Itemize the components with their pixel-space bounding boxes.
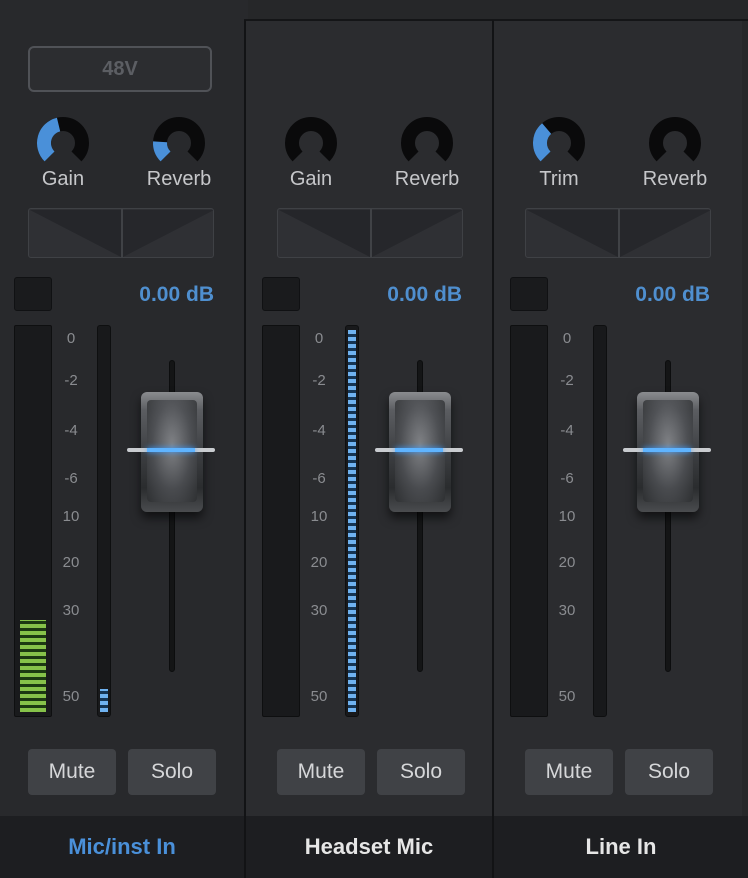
meter-scale-label: 50 [558, 688, 576, 705]
meter-scale-label: -2 [64, 372, 78, 389]
solo-button[interactable]: Solo [377, 749, 465, 795]
gain-readout: 0.00 dB [139, 283, 214, 306]
meter-scale-label: 30 [62, 602, 80, 619]
reverb-knob-label: Reverb [394, 168, 460, 190]
meter-scale-label: -6 [312, 470, 326, 487]
meter-scale-label: -4 [312, 422, 326, 439]
input-level-meter [262, 325, 300, 717]
meter-scale-label: 10 [558, 508, 576, 525]
clip-indicator [262, 277, 300, 311]
reverb-knob[interactable] [648, 116, 702, 170]
meter-scale-label: -6 [560, 470, 574, 487]
output-level-meter [97, 325, 111, 717]
meter-scale-label: 10 [310, 508, 328, 525]
channel-name: Mic/inst In [0, 816, 244, 878]
meter-scale-label: 20 [62, 554, 80, 571]
solo-button[interactable]: Solo [128, 749, 216, 795]
input-level-meter [510, 325, 548, 717]
meter-scale-label: 30 [310, 602, 328, 619]
meter-scale-label: 0 [562, 330, 572, 347]
meter-scale-label: 30 [558, 602, 576, 619]
gain-knob-label: Gain [41, 168, 85, 190]
volume-fader[interactable] [637, 392, 699, 512]
trim-knob-label: Trim [539, 168, 579, 190]
meter-scale-label: -2 [560, 372, 574, 389]
mute-button[interactable]: Mute [277, 749, 365, 795]
reverb-knob[interactable] [400, 116, 454, 170]
meter-scale-label: 50 [310, 688, 328, 705]
reverb-knob-label: Reverb [642, 168, 708, 190]
mute-button[interactable]: Mute [525, 749, 613, 795]
pan-control[interactable] [28, 208, 214, 258]
meter-scale-label: -4 [560, 422, 574, 439]
fader-position-line [375, 448, 463, 452]
input-level-meter [14, 325, 52, 717]
strip-divider [244, 20, 246, 878]
gain-knob[interactable] [284, 116, 338, 170]
clip-indicator [14, 277, 52, 311]
gain-knob-label: Gain [289, 168, 333, 190]
meter-scale-label: 0 [66, 330, 76, 347]
fader-position-line [623, 448, 711, 452]
channel-name: Headset Mic [246, 816, 492, 878]
gain-knob[interactable] [36, 116, 90, 170]
channel-name: Line In [494, 816, 748, 878]
solo-button[interactable]: Solo [625, 749, 713, 795]
meter-scale-label: 0 [314, 330, 324, 347]
gain-readout: 0.00 dB [635, 283, 710, 306]
gain-readout: 0.00 dB [387, 283, 462, 306]
meter-scale-label: -2 [312, 372, 326, 389]
reverb-knob[interactable] [152, 116, 206, 170]
trim-knob[interactable] [532, 116, 586, 170]
output-level-meter [593, 325, 607, 717]
volume-fader[interactable] [141, 392, 203, 512]
pan-control[interactable] [525, 208, 711, 258]
pan-control[interactable] [277, 208, 463, 258]
meter-scale-label: -4 [64, 422, 78, 439]
fader-position-line [127, 448, 215, 452]
clip-indicator [510, 277, 548, 311]
meter-scale-label: 20 [310, 554, 328, 571]
volume-fader[interactable] [389, 392, 451, 512]
mute-button[interactable]: Mute [28, 749, 116, 795]
strip-divider [492, 20, 494, 878]
reverb-knob-label: Reverb [146, 168, 212, 190]
output-level-meter [345, 325, 359, 717]
meter-scale-label: 10 [62, 508, 80, 525]
phantom-power-48v-button[interactable]: 48V [28, 46, 212, 92]
meter-scale-label: -6 [64, 470, 78, 487]
meter-scale-label: 20 [558, 554, 576, 571]
meter-scale-label: 50 [62, 688, 80, 705]
strip-top-divider [244, 19, 748, 21]
